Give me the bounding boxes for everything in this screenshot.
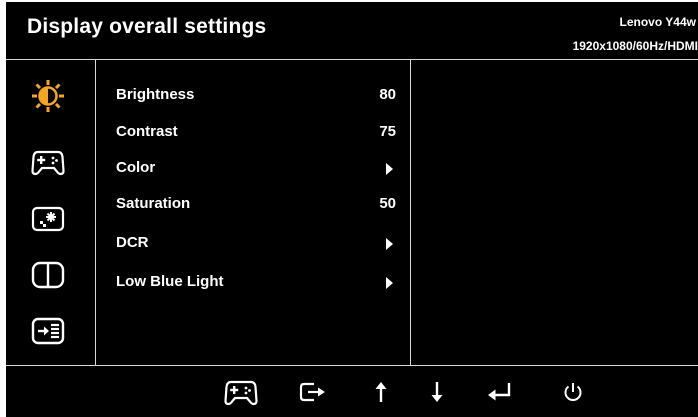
input-menu-icon [31,317,65,345]
setting-value: 75 [379,123,396,140]
exit-icon [299,382,325,402]
up-button[interactable] [364,375,398,409]
setting-saturation[interactable]: Saturation 50 [96,192,410,216]
arrow-down-icon [431,382,443,402]
osd-menu: Display overall settings Lenovo Y44w 192… [6,2,698,417]
down-button[interactable] [420,375,454,409]
enter-button[interactable] [483,375,517,409]
image-setup-icon [31,206,65,232]
setting-label: DCR [116,234,149,251]
arrow-up-icon [375,382,387,402]
setting-low-blue-light[interactable]: Low Blue Light [96,270,410,294]
monitor-model: Lenovo Y44w [619,15,696,29]
gamepad-icon [31,150,65,176]
setting-label: Brightness [116,86,195,103]
sidebar-item-game[interactable] [31,145,65,179]
page-title: Display overall settings [27,15,267,38]
panel-divider [410,59,411,365]
setting-brightness[interactable]: Brightness 80 [96,83,410,107]
setting-label: Color [116,159,156,176]
brightness-icon [32,80,64,112]
setting-contrast[interactable]: Contrast 75 [96,120,410,144]
setting-label: Saturation [116,195,191,212]
signal-resolution: 1920x1080/60Hz/HDMI [572,39,698,53]
sidebar-item-split[interactable] [31,258,65,292]
setting-value: 80 [379,86,396,103]
setting-dcr[interactable]: DCR [96,231,410,255]
button-guide [6,366,698,417]
setting-label: Contrast [116,123,178,140]
settings-list: Brightness 80 Contrast 75 Color Saturati… [96,62,410,365]
power-button[interactable] [556,375,590,409]
setting-value: 50 [379,195,396,212]
game-mode-button[interactable] [224,375,258,409]
exit-button[interactable] [296,375,330,409]
setting-label: Low Blue Light [116,273,224,290]
setting-color[interactable]: Color [96,156,410,180]
category-sidebar [6,62,95,365]
submenu-arrow-icon [386,163,393,175]
split-screen-icon [31,261,65,289]
sidebar-item-input[interactable] [31,314,65,348]
submenu-arrow-icon [386,277,393,289]
osd-header: Display overall settings Lenovo Y44w 192… [6,2,698,55]
enter-icon [488,383,511,401]
power-icon [564,383,582,401]
gamepad-icon [224,380,258,406]
sidebar-item-image[interactable] [31,202,65,236]
header-divider [6,59,698,60]
sidebar-item-brightness[interactable] [31,79,65,113]
submenu-arrow-icon [386,238,393,250]
